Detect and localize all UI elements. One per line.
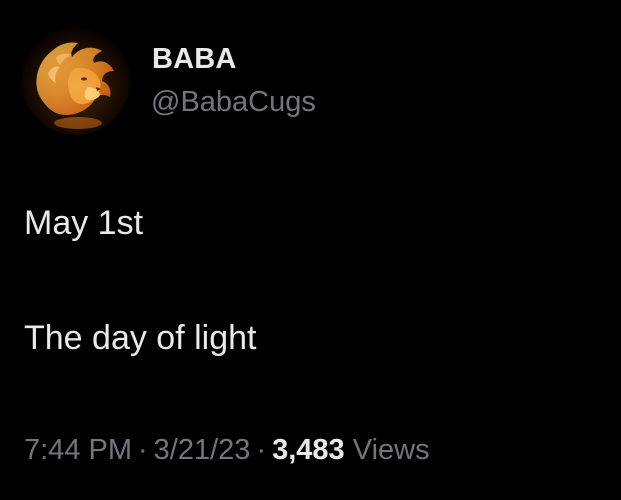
views-count[interactable]: 3,483 xyxy=(272,434,345,466)
user-handle[interactable]: @BabaCugs xyxy=(151,85,316,119)
tweet-date[interactable]: 3/21/23 xyxy=(154,434,251,466)
tweet-time[interactable]: 7:44 PM xyxy=(24,434,132,466)
tweet-text-line: The day of light xyxy=(24,319,257,357)
meta-separator: · xyxy=(138,434,148,466)
views-label: Views xyxy=(352,434,430,466)
avatar[interactable] xyxy=(22,27,130,135)
tweet-text-line: May 1st xyxy=(24,204,144,242)
tweet-card: BABA @BabaCugs May 1st The day of light … xyxy=(0,0,621,500)
lion-avatar-icon xyxy=(22,27,130,135)
tweet-meta: 7:44 PM · 3/21/23 · 3,483 Views xyxy=(24,432,430,468)
display-name[interactable]: BABA xyxy=(152,42,237,76)
meta-separator: · xyxy=(256,434,267,466)
